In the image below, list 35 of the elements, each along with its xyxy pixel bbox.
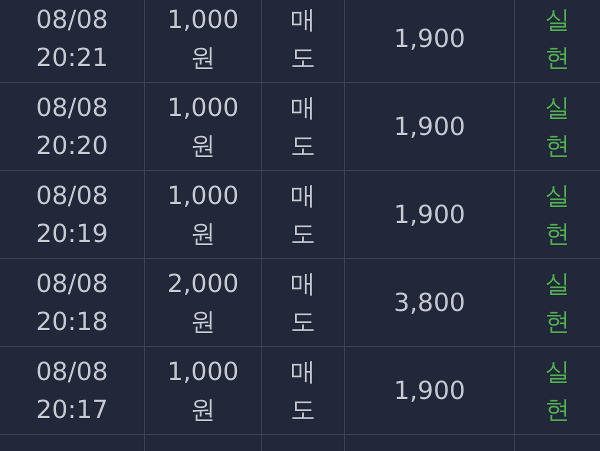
status-text: 실현 [545, 92, 570, 162]
side-text: 매도 [290, 92, 316, 162]
status-text: 실현 [545, 356, 570, 426]
time-text: 20:17 [36, 394, 108, 426]
price-text: 1,900 [394, 374, 466, 406]
date-text: 08/08 [36, 356, 108, 388]
amount-text: 1,000 [167, 92, 239, 124]
side-text: 매도 [290, 180, 316, 250]
status-text: 실현 [545, 4, 570, 74]
amount-text: 2,000 [167, 268, 239, 300]
unit-text: 원 [190, 42, 216, 74]
side-text: 매도 [290, 356, 316, 426]
unit-text: 원 [190, 218, 216, 250]
time-text: 20:21 [36, 42, 108, 74]
time-text: 20:19 [36, 218, 108, 250]
amount-text: 1,000 [167, 4, 239, 36]
price-text: 1,900 [394, 22, 466, 54]
price-text: 1,900 [394, 198, 466, 230]
status-text: 실현 [545, 268, 570, 338]
date-text: 08/08 [36, 180, 108, 212]
amount-text: 1,000 [167, 180, 239, 212]
status-text: 실현 [545, 180, 570, 250]
unit-text: 원 [190, 130, 216, 162]
side-text: 매도 [290, 4, 316, 74]
date-text: 08/08 [36, 4, 108, 36]
date-text: 08/08 [36, 268, 108, 300]
time-text: 20:20 [36, 130, 108, 162]
unit-text: 원 [190, 394, 216, 426]
price-text: 1,900 [394, 110, 466, 142]
side-text: 매도 [290, 268, 316, 338]
date-text: 08/08 [36, 92, 108, 124]
time-text: 20:18 [36, 306, 108, 338]
price-text: 3,800 [394, 286, 466, 318]
unit-text: 원 [190, 306, 216, 338]
amount-text: 1,000 [167, 356, 239, 388]
